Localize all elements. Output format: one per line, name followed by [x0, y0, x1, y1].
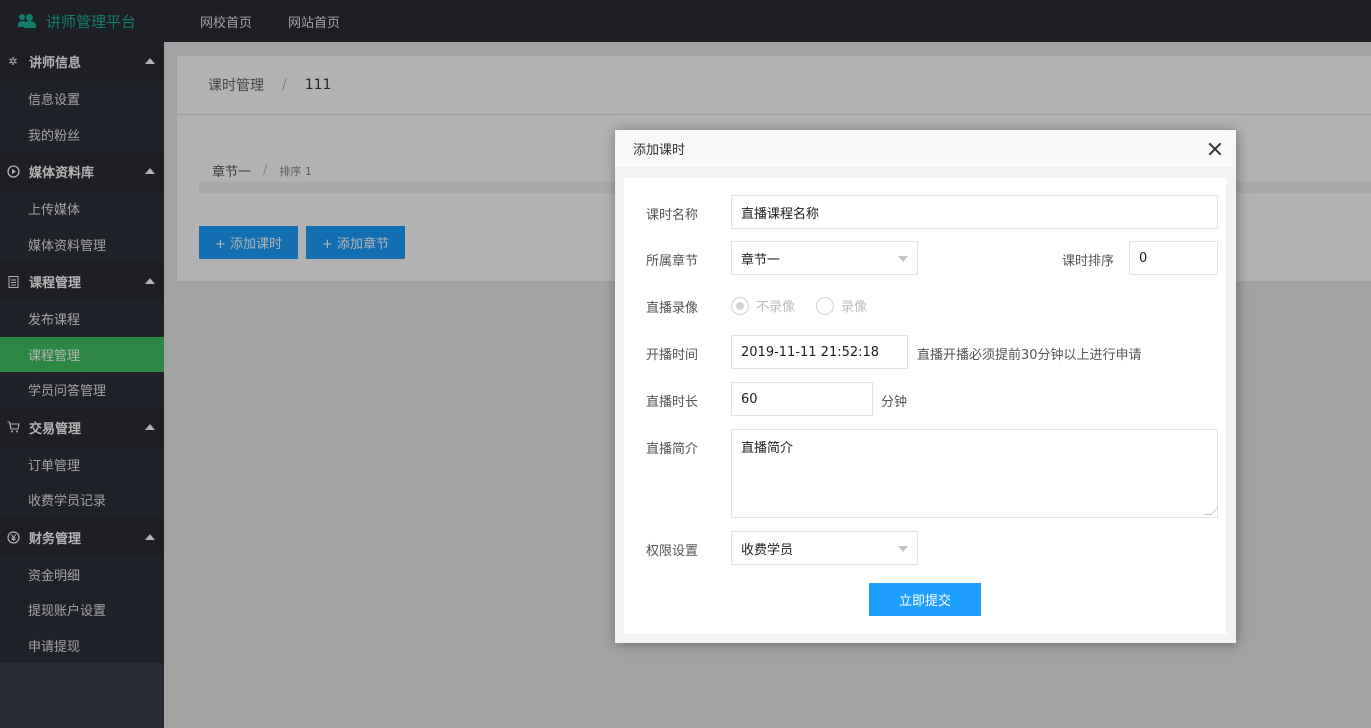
intro-label: 直播简介 [646, 442, 699, 457]
duration-label: 直播时长 [646, 395, 699, 410]
radio-record[interactable]: 录像 [816, 296, 867, 315]
intro-textarea[interactable]: 直播简介 [731, 429, 1219, 518]
intro-value: 直播简介 [741, 441, 794, 456]
resize-grip-icon[interactable] [1203, 507, 1219, 515]
permission-select[interactable]: 收费学员 [731, 531, 918, 565]
sort-value: 0 [1139, 250, 1148, 266]
dialog-body: 课时名称 直播课程名称 所属章节 章节一 课时排序 0 直播录像 不录像 录像 … [624, 178, 1226, 634]
recording-label: 直播录像 [646, 301, 699, 316]
start-time-hint: 直播开播必须提前30分钟以上进行申请 [917, 348, 1142, 363]
close-icon[interactable] [1208, 142, 1222, 156]
dropdown-arrow-icon [898, 546, 908, 552]
radio-no-record-label: 不录像 [756, 300, 796, 315]
lesson-name-value: 直播课程名称 [741, 206, 820, 222]
submit-button[interactable]: 立即提交 [869, 583, 981, 616]
start-time-input[interactable]: 2019-11-11 21:52:18 [731, 335, 908, 369]
chapter-select-value: 章节一 [741, 252, 781, 268]
radio-no-record[interactable]: 不录像 [731, 296, 795, 315]
chapter-select[interactable]: 章节一 [731, 241, 918, 275]
permission-select-value: 收费学员 [741, 542, 794, 558]
add-lesson-dialog: 添加课时 课时名称 直播课程名称 所属章节 章节一 课时排序 0 直播录像 不录… [615, 130, 1236, 643]
sort-label: 课时排序 [1062, 254, 1115, 269]
radio-checked-icon [731, 296, 749, 315]
permission-label: 权限设置 [646, 544, 699, 559]
duration-value: 60 [741, 391, 758, 407]
lesson-name-label: 课时名称 [646, 208, 699, 223]
dialog-header: 添加课时 [615, 130, 1236, 168]
radio-unchecked-icon [816, 296, 834, 315]
lesson-name-input[interactable]: 直播课程名称 [731, 195, 1218, 229]
sort-input[interactable]: 0 [1129, 241, 1218, 275]
start-time-label: 开播时间 [646, 348, 699, 363]
start-time-value: 2019-11-11 21:52:18 [741, 344, 880, 360]
duration-unit: 分钟 [881, 395, 908, 410]
duration-input[interactable]: 60 [731, 382, 873, 416]
chapter-label: 所属章节 [646, 254, 699, 269]
dropdown-arrow-icon [898, 256, 908, 262]
radio-record-label: 录像 [841, 300, 868, 315]
dialog-title: 添加课时 [633, 143, 686, 158]
